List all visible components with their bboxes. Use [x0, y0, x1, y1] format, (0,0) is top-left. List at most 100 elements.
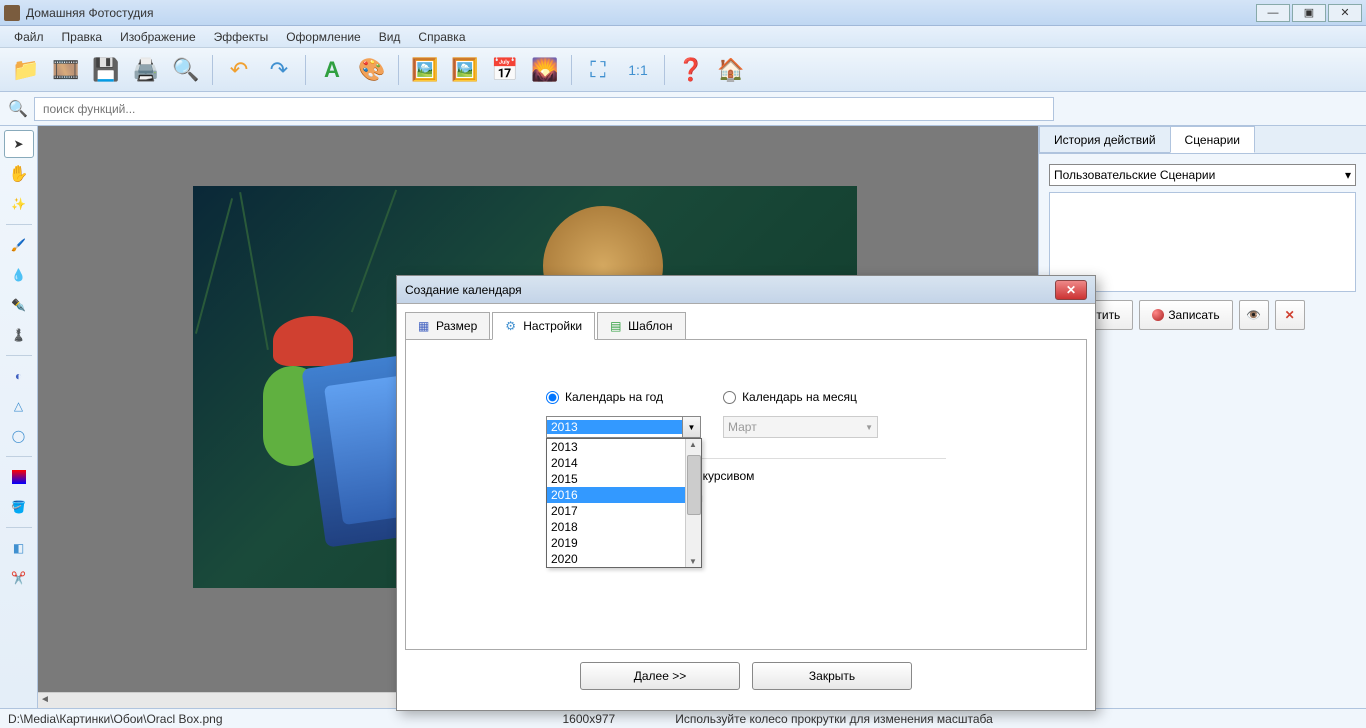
menu-help[interactable]: Справка — [410, 28, 473, 46]
year-option[interactable]: 2017 — [547, 503, 701, 519]
year-dropdown: 20132014201520162017201820192020 ▲ ▼ — [546, 438, 702, 568]
calendar-button[interactable]: 📅 — [487, 52, 523, 88]
menu-effects[interactable]: Эффекты — [206, 28, 277, 46]
calendar-dialog: Создание календаря ✕ ▦ Размер ⚙ Настройк… — [396, 275, 1096, 711]
text-button[interactable]: A — [314, 52, 350, 88]
tool-brush[interactable]: 🖌️ — [4, 231, 34, 259]
grid-icon: ▦ — [418, 319, 432, 333]
dialog-titlebar[interactable]: Создание календаря ✕ — [397, 276, 1095, 304]
scenarios-dropdown[interactable]: Пользовательские Сценарии ▾ — [1049, 164, 1356, 186]
tool-wand[interactable]: ✨ — [4, 190, 34, 218]
year-option[interactable]: 2020 — [547, 551, 701, 567]
tool-blur[interactable]: 💧 — [4, 261, 34, 289]
tool-arrow[interactable]: ➤ — [4, 130, 34, 158]
tool-eraser[interactable]: ◧ — [4, 534, 34, 562]
toolbar: 📁 🎞️ 💾 🖨️ 🔍 ↶ ↷ A 🎨 🖼️ 🖼️ 📅 🌄 ⛶ 1:1 ❓ 🏠 — [0, 48, 1366, 92]
chevron-down-icon[interactable]: ▼ — [682, 417, 700, 437]
tool-fill[interactable]: 🪣 — [4, 493, 34, 521]
zoom-button[interactable]: 🔍 — [168, 52, 204, 88]
tool-crop[interactable]: ✂️ — [4, 564, 34, 592]
tool-sharpen[interactable]: △ — [4, 392, 34, 420]
hide-button[interactable]: 👁️ — [1239, 300, 1269, 330]
dialog-title: Создание календаря — [405, 283, 1055, 297]
tool-gradient[interactable] — [4, 463, 34, 491]
close-button[interactable]: Закрыть — [752, 662, 912, 690]
open-button[interactable]: 📁 — [8, 52, 44, 88]
year-option[interactable]: 2016 — [547, 487, 701, 503]
app-icon — [4, 5, 20, 21]
year-option[interactable]: 2019 — [547, 535, 701, 551]
radio-year-input[interactable] — [546, 391, 559, 404]
scenarios-dropdown-value: Пользовательские Сценарии — [1054, 168, 1215, 182]
status-path: D:\Media\Картинки\Обои\Oracl Box.png — [8, 712, 223, 726]
tool-palette: ➤ ✋ ✨ 🖌️ 💧 ✒️ ♟️ ◐ △ ◯ 🪣 ◧ ✂️ — [0, 126, 38, 708]
tab-scenarios[interactable]: Сценарии — [1170, 126, 1255, 153]
year-option[interactable]: 2014 — [547, 455, 701, 471]
year-option[interactable]: 2015 — [547, 471, 701, 487]
help-button[interactable]: ❓ — [673, 52, 709, 88]
eye-off-icon: 👁️ — [1246, 308, 1261, 322]
dialog-tab-settings-label: Настройки — [523, 319, 582, 333]
home-button[interactable]: 🏠 — [713, 52, 749, 88]
dialog-tab-template-label: Шаблон — [628, 319, 672, 333]
settings-icon: ⚙ — [505, 319, 519, 333]
save-button[interactable]: 💾 — [88, 52, 124, 88]
year-option[interactable]: 2013 — [547, 439, 701, 455]
month-select-value: Март — [728, 420, 757, 434]
titlebar: Домашняя Фотостудия — ▣ ✕ — [0, 0, 1366, 26]
year-select[interactable]: 2013 ▼ 20132014201520162017201820192020 … — [546, 416, 701, 438]
palette-button[interactable]: 🎨 — [354, 52, 390, 88]
radio-month-label: Календарь на месяц — [742, 390, 857, 404]
record-button[interactable]: Записать — [1139, 300, 1232, 330]
image-button[interactable]: 🖼️ — [407, 52, 443, 88]
dialog-tab-size[interactable]: ▦ Размер — [405, 312, 490, 340]
search-icon: 🔍 — [8, 99, 28, 119]
dialog-close-button[interactable]: ✕ — [1055, 280, 1087, 300]
actual-size-button[interactable]: 1:1 — [620, 52, 656, 88]
tool-pen[interactable]: ✒️ — [4, 291, 34, 319]
dialog-tab-settings[interactable]: ⚙ Настройки — [492, 312, 595, 340]
search-input[interactable] — [34, 97, 1054, 121]
status-hint: Используйте колесо прокрутки для изменен… — [675, 712, 993, 726]
tool-hand[interactable]: ✋ — [4, 160, 34, 188]
chevron-down-icon: ▾ — [1345, 168, 1351, 182]
radio-month-input[interactable] — [723, 391, 736, 404]
postcard-button[interactable]: 🌄 — [527, 52, 563, 88]
radio-year-label: Календарь на год — [565, 390, 663, 404]
redo-button[interactable]: ↷ — [261, 52, 297, 88]
app-title: Домашняя Фотостудия — [26, 6, 153, 20]
close-button[interactable]: ✕ — [1328, 4, 1362, 22]
template-icon: ▤ — [610, 319, 624, 333]
tool-stamp[interactable]: ♟️ — [4, 321, 34, 349]
menu-edit[interactable]: Правка — [54, 28, 111, 46]
menubar: Файл Правка Изображение Эффекты Оформлен… — [0, 26, 1366, 48]
print-button[interactable]: 🖨️ — [128, 52, 164, 88]
record-button-label: Записать — [1168, 308, 1219, 322]
menu-view[interactable]: Вид — [371, 28, 409, 46]
radio-month[interactable]: Календарь на месяц — [723, 390, 857, 404]
tab-history[interactable]: История действий — [1039, 126, 1171, 153]
undo-button[interactable]: ↶ — [221, 52, 257, 88]
year-dropdown-scrollbar[interactable]: ▲ ▼ — [685, 439, 701, 567]
month-select: Март ▼ — [723, 416, 878, 438]
minimize-button[interactable]: — — [1256, 4, 1290, 22]
year-select-value: 2013 — [547, 420, 682, 434]
dialog-tab-template[interactable]: ▤ Шаблон — [597, 312, 685, 340]
delete-button[interactable]: ✕ — [1275, 300, 1305, 330]
year-option[interactable]: 2018 — [547, 519, 701, 535]
next-button[interactable]: Далее >> — [580, 662, 740, 690]
film-button[interactable]: 🎞️ — [48, 52, 84, 88]
menu-file[interactable]: Файл — [6, 28, 52, 46]
menu-design[interactable]: Оформление — [278, 28, 368, 46]
radio-year[interactable]: Календарь на год — [546, 390, 663, 404]
menu-image[interactable]: Изображение — [112, 28, 204, 46]
tool-dodge[interactable]: ◯ — [4, 422, 34, 450]
tool-contrast[interactable]: ◐ — [4, 362, 34, 390]
statusbar: D:\Media\Картинки\Обои\Oracl Box.png 160… — [0, 708, 1366, 728]
searchbar: 🔍 — [0, 92, 1366, 126]
fit-button[interactable]: ⛶ — [580, 52, 616, 88]
status-dims: 1600x977 — [563, 712, 616, 726]
chevron-down-icon: ▼ — [865, 423, 873, 432]
frame-button[interactable]: 🖼️ — [447, 52, 483, 88]
maximize-button[interactable]: ▣ — [1292, 4, 1326, 22]
